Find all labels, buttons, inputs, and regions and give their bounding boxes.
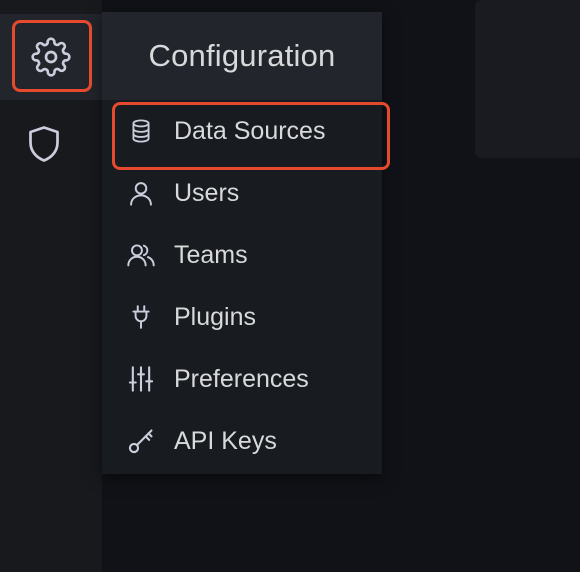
menu-title[interactable]: Configuration [102,12,382,100]
users-icon [126,240,156,270]
menu-item-preferences[interactable]: Preferences [102,350,382,408]
sliders-icon [126,364,156,394]
background-panel [475,0,580,158]
menu-item-label: Plugins [174,302,256,331]
menu-item-api-keys[interactable]: API Keys [102,412,382,470]
side-menu-rail [0,0,102,572]
menu-item-plugins[interactable]: Plugins [102,288,382,346]
plug-icon [126,302,156,332]
menu-item-label: Preferences [174,364,309,393]
configuration-dropdown-menu: Configuration Data Sources Users Teams P… [102,12,382,474]
shield-icon [29,126,59,162]
menu-item-teams[interactable]: Teams [102,226,382,284]
server-admin-nav-button[interactable] [0,100,88,188]
user-icon [126,178,156,208]
menu-item-label: Data Sources [174,116,326,145]
menu-item-label: Teams [174,240,248,269]
app-root: Configuration Data Sources Users Teams P… [0,0,580,572]
menu-item-data-sources[interactable]: Data Sources [102,102,382,160]
menu-item-label: API Keys [174,426,277,455]
menu-item-label: Users [174,178,240,207]
menu-item-users[interactable]: Users [102,164,382,222]
key-icon [126,426,156,456]
database-icon [126,116,156,146]
configuration-nav-button[interactable] [0,14,102,100]
gear-icon [31,37,71,77]
